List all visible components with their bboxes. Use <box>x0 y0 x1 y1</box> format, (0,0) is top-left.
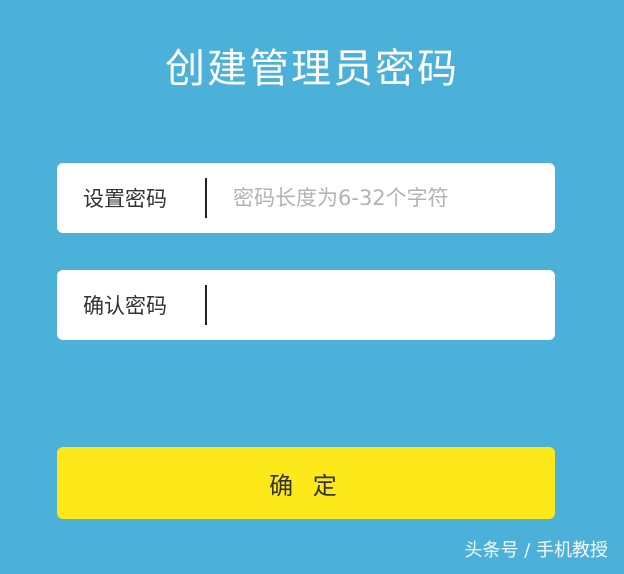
password-label: 设置密码 <box>83 187 167 211</box>
confirm-button[interactable]: 确 定 <box>57 447 555 519</box>
page-title: 创建管理员密码 <box>165 46 459 92</box>
confirm-password-field-row: 确认密码 <box>57 270 555 340</box>
password-input[interactable] <box>207 163 555 233</box>
watermark-text: 头条号 / 手机教授 <box>464 540 608 561</box>
confirm-password-label: 确认密码 <box>83 294 167 318</box>
confirm-password-input[interactable] <box>207 270 555 340</box>
password-field-row: 设置密码 <box>57 163 555 233</box>
